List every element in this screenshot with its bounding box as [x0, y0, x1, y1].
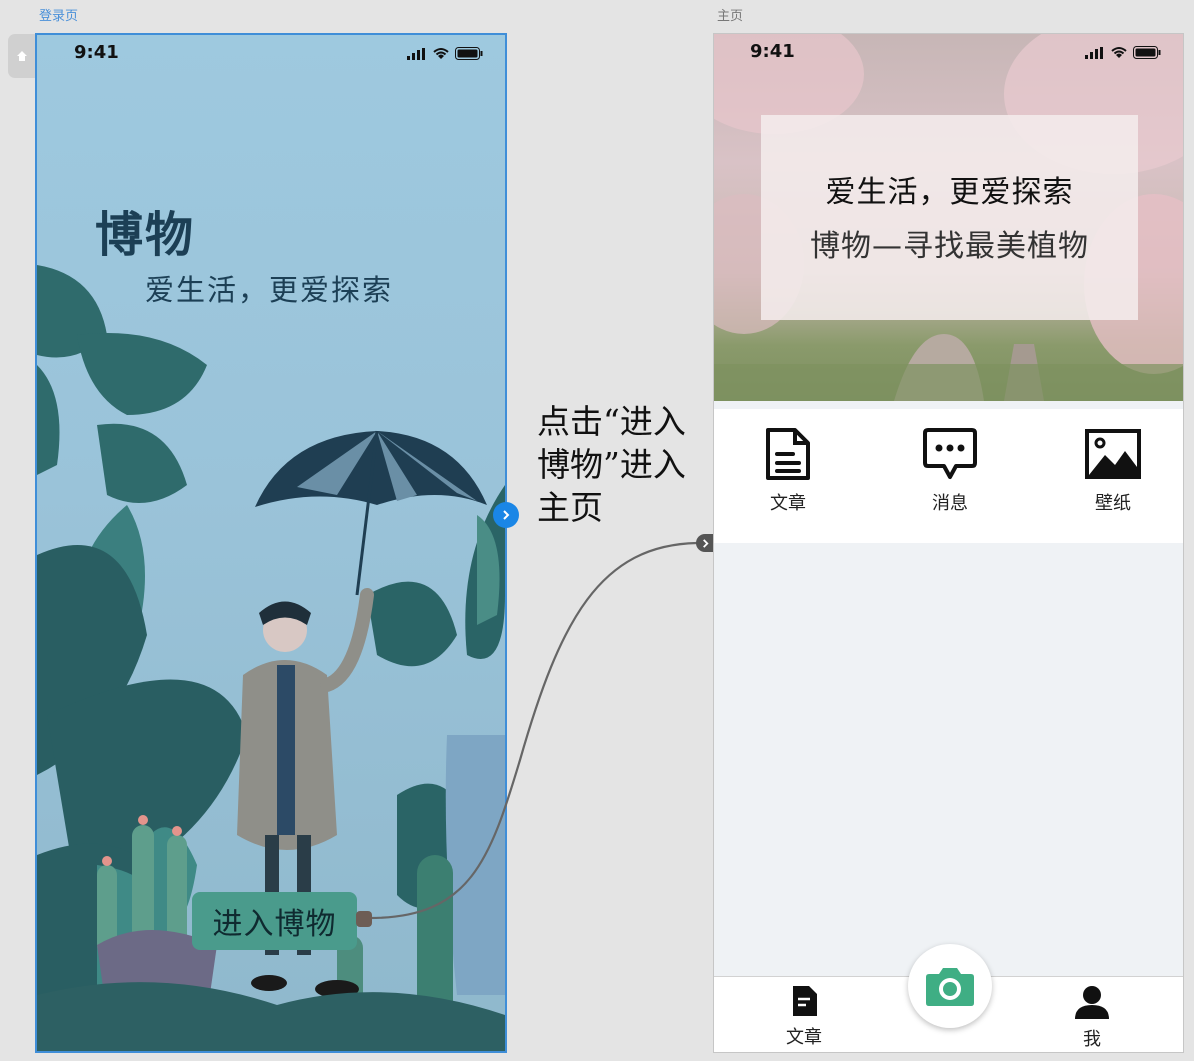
- tab-articles[interactable]: 文章: [774, 985, 834, 1049]
- shortcut-wallpaper[interactable]: 壁纸: [1073, 427, 1153, 515]
- note-line-3: 主页: [537, 488, 603, 527]
- signal-icon: [1084, 47, 1103, 59]
- status-bar: 9:41: [37, 35, 505, 69]
- tab-label: 文章: [786, 1027, 822, 1048]
- home-anchor-tab[interactable]: [8, 34, 35, 78]
- document-icon: [793, 986, 817, 1016]
- hero-card: 爱生活，更爱探索 博物—寻找最美植物: [761, 115, 1138, 320]
- hero-slogan: 爱生活，更爱探索: [825, 175, 1074, 210]
- chevron-right-icon: [702, 538, 709, 548]
- home-screen: 9:41 爱生活，更爱探索 博物—寻找最美植物 文章 消息 壁纸 文章 我: [713, 33, 1184, 1053]
- message-icon: [923, 428, 977, 479]
- shortcut-label: 文章: [770, 493, 806, 514]
- shortcut-articles[interactable]: 文章: [748, 427, 828, 515]
- signal-icon: [406, 48, 425, 60]
- app-slogan: 爱生活，更爱探索: [145, 273, 394, 307]
- image-icon: [1085, 429, 1141, 479]
- login-screen: 9:41 博物 爱生活，更爱探索 进入博物: [35, 33, 507, 1053]
- link-hotspot[interactable]: [493, 502, 519, 528]
- shortcut-label: 消息: [932, 493, 968, 514]
- shortcut-label: 壁纸: [1095, 493, 1131, 514]
- login-frame-label: 登录页: [39, 9, 79, 24]
- battery-icon: [455, 47, 483, 60]
- person-icon: [1075, 986, 1109, 1019]
- hero-tagline: 博物—寻找最美植物: [810, 229, 1089, 264]
- app-title: 博物: [95, 207, 196, 263]
- camera-icon: [926, 968, 974, 1006]
- document-icon: [766, 428, 810, 480]
- hero-banner: 9:41 爱生活，更爱探索 博物—寻找最美植物: [714, 34, 1183, 401]
- enter-app-button[interactable]: 进入博物: [192, 892, 357, 950]
- shortcut-messages[interactable]: 消息: [910, 427, 990, 515]
- wifi-icon: [433, 48, 449, 59]
- interaction-note: 点击“进入 博物”进入 主页: [537, 400, 712, 529]
- shortcut-panel: 文章 消息 壁纸: [714, 409, 1183, 543]
- tab-me[interactable]: 我: [1062, 985, 1122, 1051]
- connector-target-pin: [696, 534, 714, 552]
- chevron-right-icon: [503, 510, 510, 520]
- battery-icon: [1133, 46, 1161, 59]
- status-icons: [406, 45, 483, 64]
- note-line-2: 博物”进入: [537, 445, 686, 484]
- status-bar: 9:41: [714, 34, 1183, 68]
- home-icon: [16, 51, 27, 61]
- wifi-icon: [1111, 47, 1127, 58]
- note-line-1: 点击“进入: [537, 402, 686, 441]
- status-time: 9:41: [750, 41, 795, 62]
- home-frame-label: 主页: [717, 9, 744, 24]
- status-icons: [1084, 44, 1161, 63]
- camera-button[interactable]: [908, 944, 992, 1028]
- status-time: 9:41: [74, 42, 119, 63]
- tab-label: 我: [1083, 1029, 1101, 1050]
